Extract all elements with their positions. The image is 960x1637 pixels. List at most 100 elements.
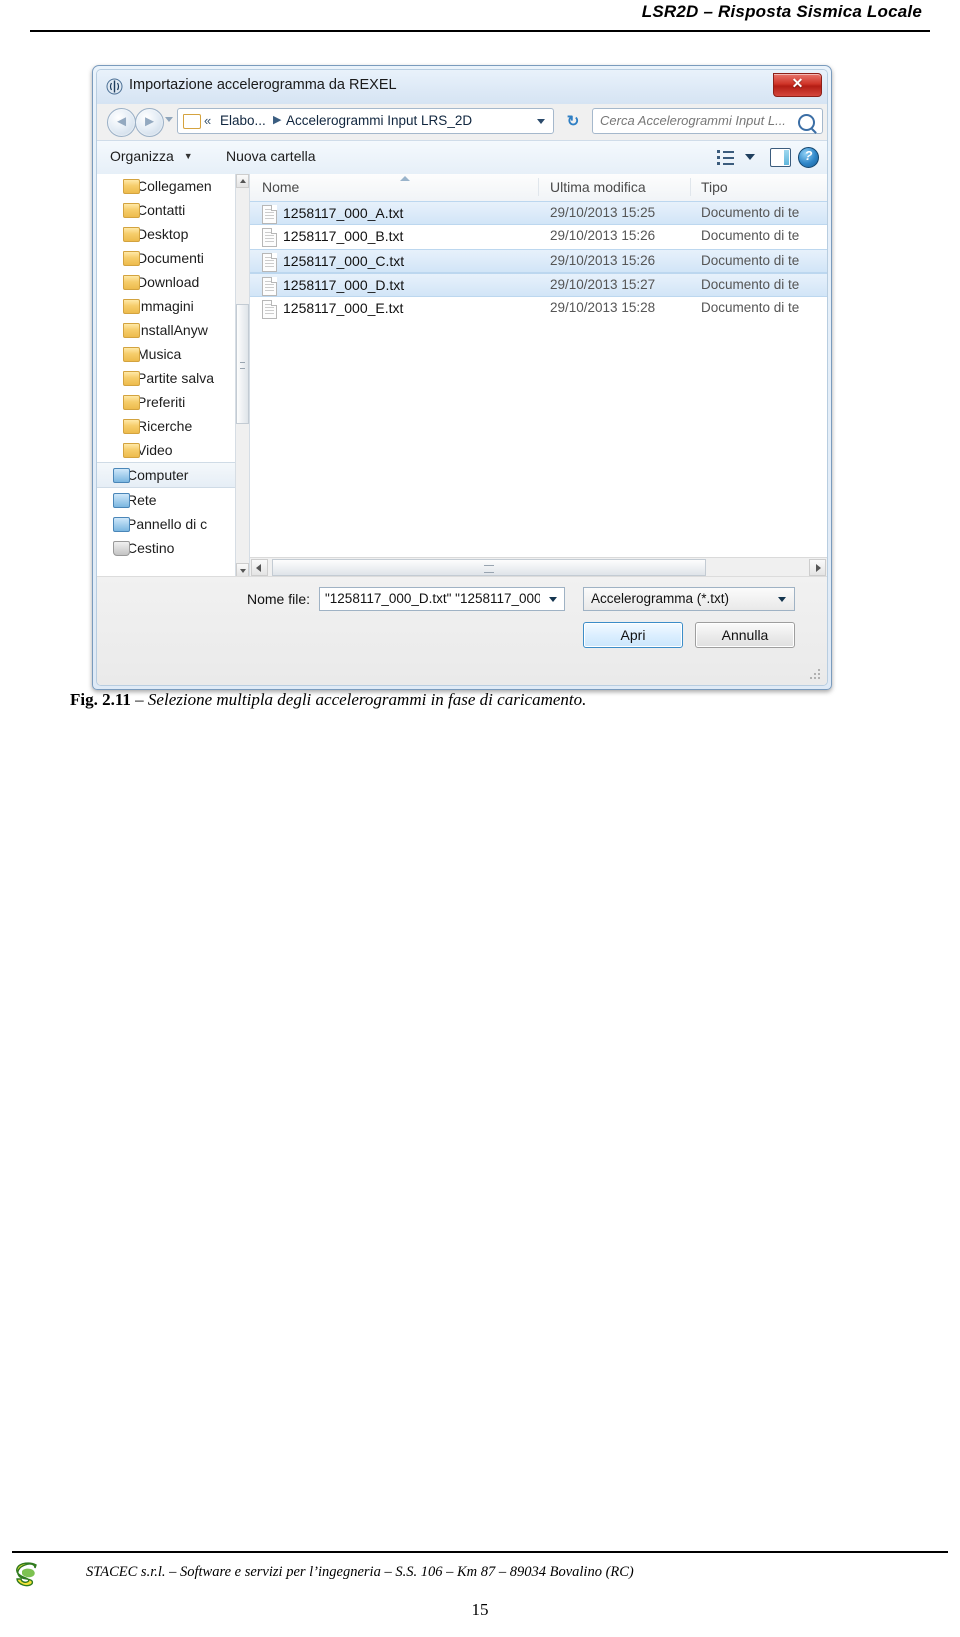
sidebar-item-rete[interactable]: Rete [97,488,249,512]
file-type: Documento di te [701,253,800,268]
nuova-cartella-button[interactable]: Nuova cartella [226,148,316,164]
file-type: Documento di te [701,277,800,292]
folder-videos-icon [123,443,140,458]
close-button[interactable]: ✕ [773,73,822,97]
breadcrumb-item-1[interactable]: Elabo... [220,113,266,128]
organizza-button[interactable]: Organizza ▼ [110,148,193,164]
control-panel-icon [113,517,130,532]
network-icon [113,493,130,508]
preview-pane-icon[interactable] [770,148,791,167]
recycle-bin-icon [113,541,130,556]
table-row[interactable]: 1258117_000_B.txt 29/10/2013 15:26 Documen… [250,225,827,249]
sidebar-item-label: Contatti [137,202,186,218]
file-name: 1258117_000_A.txt [283,205,404,221]
horizontal-scroll-thumb[interactable] [272,559,706,576]
text-file-icon [262,300,277,319]
sidebar-item-documenti[interactable]: Documenti [97,246,249,270]
breadcrumb-separator-icon: ▶ [273,114,282,126]
chevron-down-icon: ▼ [183,151,193,161]
folder-shortcut-icon [123,179,140,194]
refresh-button[interactable]: ↻ [559,108,587,136]
sidebar-item-download[interactable]: Download [97,270,249,294]
table-row[interactable]: 1258117_000_E.txt 29/10/2013 15:28 Documen… [250,297,827,321]
sidebar-item-video[interactable]: Video [97,438,249,462]
text-file-icon [262,253,277,272]
annulla-button[interactable]: Annulla [695,622,795,648]
folder-savedgames-icon [123,371,140,386]
refresh-icon: ↻ [566,113,580,130]
help-glyph: ? [804,148,813,163]
sidebar-item-preferiti[interactable]: Preferiti [97,390,249,414]
forward-button[interactable]: ► [135,108,164,137]
sidebar-item-label: Preferiti [137,394,186,410]
table-row[interactable]: 1258117_000_D.txt 29/10/2013 15:27 Documen… [250,273,827,297]
file-name: 1258117_000_D.txt [283,277,405,293]
list-view-icon[interactable] [717,149,735,166]
text-file-icon [262,228,277,247]
scroll-up-icon[interactable] [236,174,249,188]
sidebar-item-label: Download [137,274,200,290]
sidebar-item-musica[interactable]: Musica [97,342,249,366]
sidebar-item-installanyw[interactable]: InstallAnyw [97,318,249,342]
sidebar-item-label: Immagini [137,298,194,314]
address-bar[interactable]: « Elabo... ▶ Accelerogrammi Input LRS_2D [177,108,554,134]
sidebar-item-computer[interactable]: Computer [97,462,249,488]
sidebar-item-partite-salva[interactable]: Partite salva [97,366,249,390]
filename-input[interactable]: "1258117_000_D.txt" "1258117_000_A. [319,587,565,611]
history-dropdown-icon[interactable] [165,117,173,122]
file-modified: 29/10/2013 15:28 [550,300,656,315]
sidebar-item-cestino[interactable]: Cestino [97,536,249,560]
column-header-tipo[interactable]: Tipo [701,179,728,195]
figure-caption-number: Fig. 2.11 [70,690,131,709]
breadcrumb-overflow-icon[interactable]: « [204,113,211,128]
document-header: LSR2D – Risposta Sismica Locale [0,0,960,34]
sidebar-item-pannello-di-c[interactable]: Pannello di c [97,512,249,536]
sidebar-item-label: Musica [137,346,182,362]
sidebar-scroll-thumb[interactable] [236,304,249,424]
scroll-left-icon[interactable] [251,559,268,576]
breadcrumb-item-2[interactable]: Accelerogrammi Input LRS_2D [286,113,472,128]
resize-grip-icon[interactable] [810,669,822,681]
stacec-logo-icon [10,1559,46,1593]
table-row[interactable]: 1258117_000_C.txt 29/10/2013 15:26 Documen… [250,249,827,273]
text-file-icon [262,205,277,224]
scroll-down-icon[interactable] [236,563,249,577]
sidebar-item-collegamen[interactable]: Collegamen [97,174,249,198]
file-name: 1258117_000_C.txt [283,253,405,269]
sidebar-item-label: Cestino [127,540,175,556]
file-type: Documento di te [701,228,800,243]
folder-music-icon [123,347,140,362]
folder-icon [183,114,201,129]
document-header-title: LSR2D – Risposta Sismica Locale [641,2,922,21]
sidebar-scrollbar[interactable] [235,174,249,577]
file-modified: 29/10/2013 15:25 [550,205,656,220]
sidebar-item-ricerche[interactable]: Ricerche [97,414,249,438]
sidebar-item-label: Documenti [137,250,204,266]
sidebar-item-label: Partite salva [137,370,215,386]
back-button[interactable]: ◄ [107,108,136,137]
apri-button[interactable]: Apri [583,622,683,648]
column-header-nome[interactable]: Nome [262,179,299,195]
scroll-right-icon[interactable] [809,559,826,576]
file-type-filter-value: Accelerogramma (*.txt) [591,591,730,606]
sidebar-item-immagini[interactable]: Immagini [97,294,249,318]
help-icon[interactable]: ? [798,147,819,168]
view-dropdown-icon[interactable] [745,154,755,160]
table-row[interactable]: 1258117_000_A.txt 29/10/2013 15:25 Documen… [250,201,827,225]
file-rows-container: 1258117_000_A.txt 29/10/2013 15:25 Documen… [250,201,827,577]
search-placeholder: Cerca Accelerogrammi Input L... [600,113,786,128]
file-type-filter-select[interactable]: Accelerogramma (*.txt) [583,587,795,611]
folder-contacts-icon [123,203,140,218]
sidebar-item-label: Collegamen [137,178,212,194]
folder-documents-icon [123,251,140,266]
navigation-sidebar: Collegamen Contatti Desktop Documenti Downlo… [97,174,250,577]
chevron-down-icon[interactable] [549,597,557,602]
sidebar-item-desktop[interactable]: Desktop [97,222,249,246]
search-input[interactable]: Cerca Accelerogrammi Input L... [592,108,823,134]
file-name: 1258117_000_B.txt [283,228,404,244]
sidebar-item-contatti[interactable]: Contatti [97,198,249,222]
folder-searches-icon [123,419,140,434]
horizontal-scrollbar[interactable] [250,557,827,577]
chevron-down-icon[interactable] [537,119,545,124]
column-header-ultima-modifica[interactable]: Ultima modifica [550,179,646,195]
